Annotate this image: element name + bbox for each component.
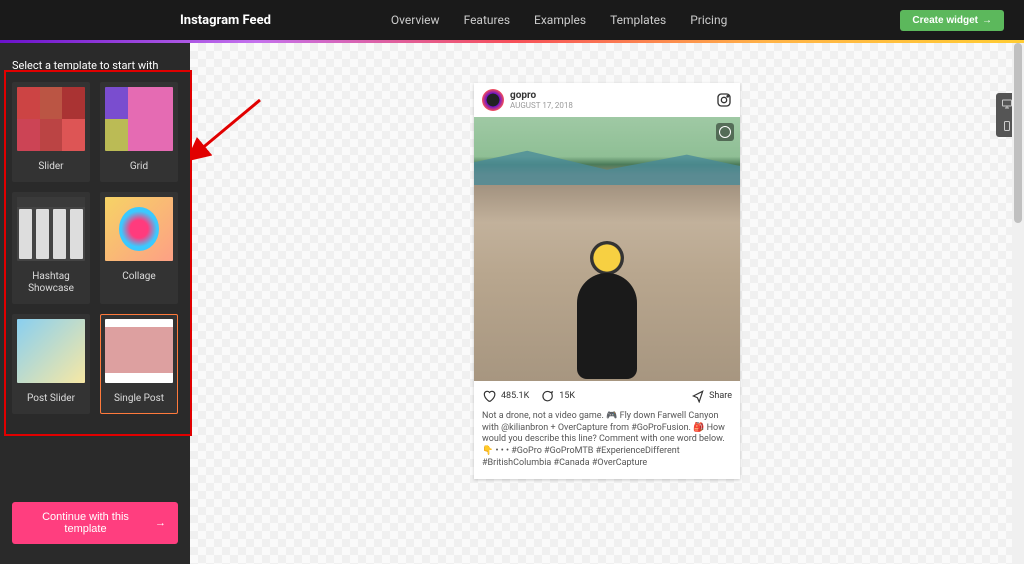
template-label: Hashtag Showcase (17, 271, 85, 295)
post-image[interactable] (474, 117, 740, 381)
share-label: Share (709, 391, 732, 401)
sidebar-title: Select a template to start with (12, 59, 178, 72)
post-username[interactable]: gopro (510, 90, 573, 101)
comment-icon[interactable] (540, 389, 554, 403)
template-label: Grid (130, 161, 148, 173)
template-label: Collage (122, 271, 155, 283)
nav-templates[interactable]: Templates (610, 13, 666, 27)
nav-features[interactable]: Features (464, 13, 510, 27)
top-bar: Instagram Feed Overview Features Example… (0, 0, 1024, 40)
continue-label: Continue with this template (24, 511, 147, 535)
template-thumb (17, 197, 85, 261)
heart-icon[interactable] (482, 389, 496, 403)
camera-icon (716, 123, 734, 141)
template-thumb (105, 87, 173, 151)
instagram-icon[interactable] (716, 92, 732, 108)
post-date: AUGUST 17, 2018 (510, 101, 573, 110)
continue-button[interactable]: Continue with this template → (12, 502, 178, 544)
main-nav: Overview Features Examples Templates Pri… (391, 13, 727, 27)
post-caption: Not a drone, not a video game. 🎮 Fly dow… (474, 411, 740, 479)
template-sidebar: Select a template to start with Slider G… (0, 43, 190, 564)
scrollbar-thumb[interactable] (1014, 43, 1022, 223)
share-button[interactable]: Share (691, 389, 732, 403)
post-header: gopro AUGUST 17, 2018 (474, 83, 740, 117)
template-slider[interactable]: Slider (12, 82, 90, 182)
nav-overview[interactable]: Overview (391, 13, 440, 27)
template-thumb (105, 319, 173, 383)
template-hashtag-showcase[interactable]: Hashtag Showcase (12, 192, 90, 304)
nav-examples[interactable]: Examples (534, 13, 586, 27)
template-post-slider[interactable]: Post Slider (12, 314, 90, 414)
comments-count: 15K (559, 391, 575, 401)
arrow-right-icon: → (155, 517, 166, 529)
post-meta: 485.1K 15K Share (474, 381, 740, 411)
share-icon (691, 389, 705, 403)
instagram-post-preview: gopro AUGUST 17, 2018 485.1K 15K Share (474, 83, 740, 479)
template-thumb (105, 197, 173, 261)
create-widget-button[interactable]: Create widget → (900, 10, 1004, 31)
avatar[interactable] (482, 89, 504, 111)
template-label: Slider (38, 161, 63, 173)
template-grid-option[interactable]: Grid (100, 82, 178, 182)
nav-pricing[interactable]: Pricing (690, 13, 727, 27)
brand-title: Instagram Feed (180, 13, 271, 28)
preview-area: gopro AUGUST 17, 2018 485.1K 15K Share (190, 43, 1024, 564)
scrollbar[interactable] (1012, 43, 1024, 564)
arrow-right-icon: → (982, 15, 992, 26)
template-thumb (17, 87, 85, 151)
likes-count: 485.1K (501, 391, 529, 401)
create-widget-label: Create widget (912, 15, 978, 26)
template-label: Post Slider (27, 393, 75, 405)
template-label: Single Post (114, 393, 164, 405)
template-thumb (17, 319, 85, 383)
template-single-post[interactable]: Single Post (100, 314, 178, 414)
template-grid: Slider Grid Hashtag Showcase Collage Pos… (12, 82, 178, 414)
template-collage[interactable]: Collage (100, 192, 178, 304)
